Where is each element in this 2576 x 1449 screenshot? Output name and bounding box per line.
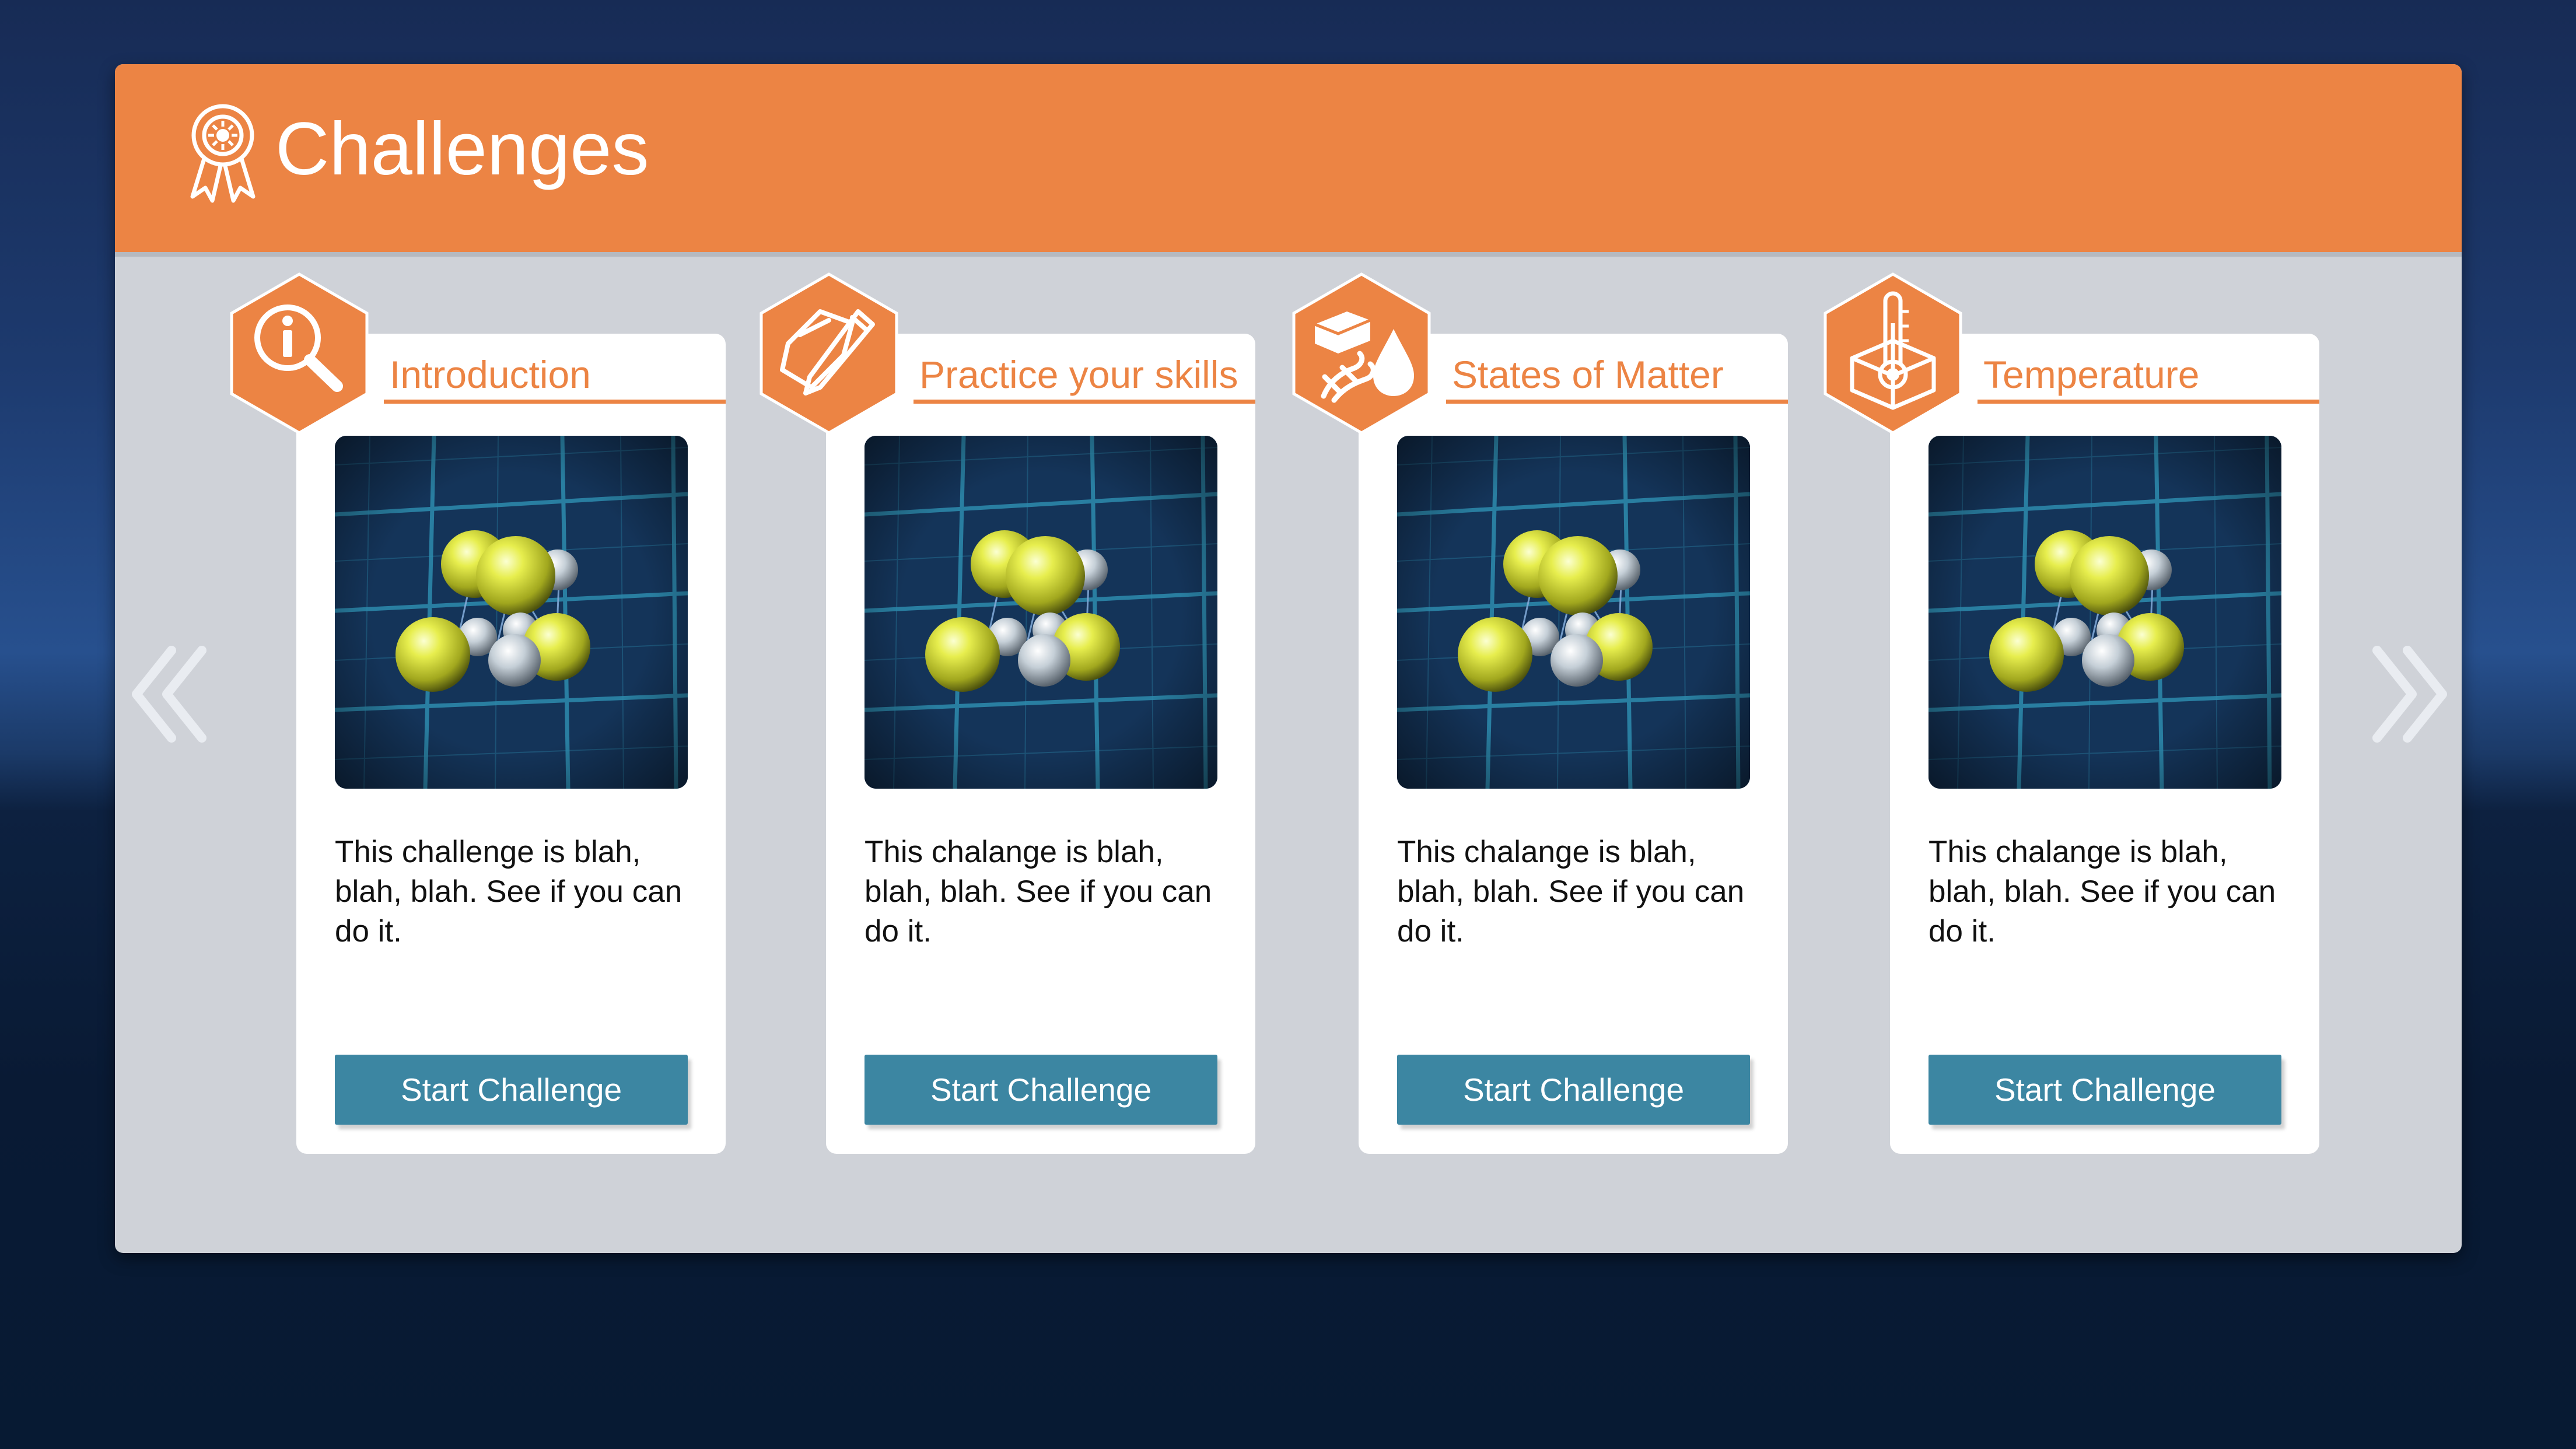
- start-challenge-button[interactable]: Start Challenge: [1929, 1055, 2281, 1125]
- card-image: [335, 436, 688, 789]
- chevron-double-left-icon[interactable]: [126, 642, 214, 747]
- states-of-matter-icon: [1292, 272, 1431, 435]
- start-challenge-button[interactable]: Start Challenge: [335, 1055, 688, 1125]
- card-title: States of Matter: [1446, 345, 1788, 404]
- chevron-double-right-icon[interactable]: [2365, 642, 2453, 747]
- card-title: Introduction: [384, 345, 726, 404]
- paper-pencil-icon: [760, 272, 898, 435]
- card-image: [864, 436, 1217, 789]
- page-title: Challenges: [275, 107, 649, 191]
- card-description: This challenge is blah, blah, blah. See …: [335, 835, 682, 949]
- challenge-card-introduction: Introduction This challenge is blah, bla…: [230, 272, 726, 1154]
- card-image: [1929, 436, 2281, 789]
- challenge-card-temperature: Temperature This chalange is blah, blah,…: [1824, 272, 2319, 1154]
- card-title: Temperature: [1978, 345, 2319, 404]
- challenge-card-states-of-matter: States of Matter This chalange is blah, …: [1292, 272, 1788, 1154]
- info-magnifier-icon: [230, 272, 369, 435]
- card-description: This chalange is blah, blah, blah. See i…: [1929, 835, 2276, 949]
- award-ribbon-icon: [190, 104, 256, 203]
- card-image: [1397, 436, 1750, 789]
- panel-header: Challenges: [115, 64, 2462, 257]
- card-description: This chalange is blah, blah, blah. See i…: [1397, 835, 1745, 949]
- thermometer-icon: [1824, 272, 1962, 435]
- start-challenge-button[interactable]: Start Challenge: [1397, 1055, 1750, 1125]
- challenge-card-practice: Practice your skills This chalange is bl…: [760, 272, 1255, 1154]
- card-title: Practice your skills: [914, 345, 1255, 404]
- card-description: This chalange is blah, blah, blah. See i…: [864, 835, 1212, 949]
- start-challenge-button[interactable]: Start Challenge: [864, 1055, 1217, 1125]
